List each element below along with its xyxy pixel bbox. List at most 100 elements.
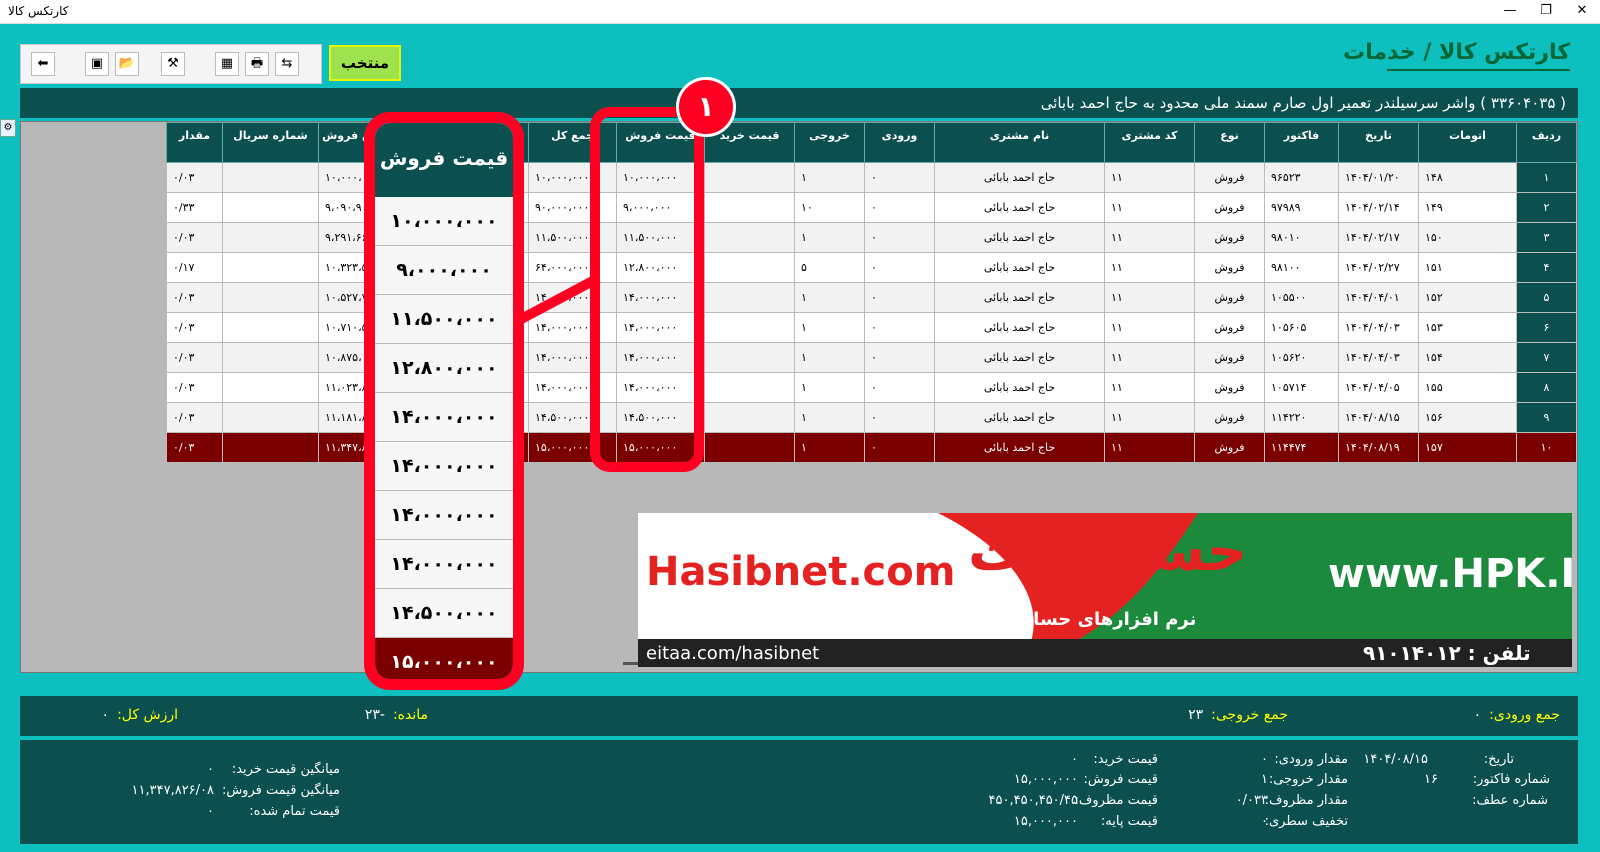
- worker-icon[interactable]: ⚒: [161, 52, 185, 76]
- table-cell: ۱۱: [1104, 342, 1195, 373]
- column-header[interactable]: نوع: [1194, 122, 1265, 163]
- column-header[interactable]: ورودی: [864, 122, 935, 163]
- maximize-icon[interactable]: ❐: [1528, 0, 1564, 24]
- table-cell: حاج احمد بابائی: [934, 312, 1105, 343]
- column-header[interactable]: ردیف: [1516, 122, 1577, 163]
- table-cell: حاج احمد بابائی: [934, 192, 1105, 223]
- info-avg-buy-label: میانگین قیمت خرید:: [231, 762, 340, 777]
- table-cell: ۶: [1516, 312, 1577, 343]
- table-cell: ۰: [864, 312, 935, 343]
- info-line-disc-label: تخفیف سطری:: [1264, 814, 1348, 829]
- info-invoice-label: شماره فاکتور:: [1472, 772, 1550, 787]
- table-cell: [704, 402, 795, 433]
- info-in-qty-label: مقدار ورودی:: [1274, 752, 1348, 767]
- info-invoice-value: ۱۶: [1424, 772, 1438, 787]
- table-cell: ۳: [1516, 222, 1577, 253]
- table-cell: ۱۴۰۴/۰۸/۱۹: [1338, 432, 1419, 463]
- table-cell: فروش: [1194, 192, 1265, 223]
- excel-icon[interactable]: ▦: [215, 52, 239, 76]
- window-title-bar: کارتکس کالا — ❐ ✕: [0, 0, 1600, 24]
- table-cell: ۰: [864, 402, 935, 433]
- info-out-qty-label: مقدار خروجی:: [1268, 772, 1348, 787]
- table-cell: ۱۴۰۴/۰۴/۰۳: [1338, 342, 1419, 373]
- info-base-label: قیمت پایه:: [1100, 814, 1158, 829]
- table-cell: فروش: [1194, 402, 1265, 433]
- info-date-label: تاریخ:: [1483, 752, 1514, 767]
- info-ref-label: شماره عطف:: [1472, 793, 1548, 808]
- table-cell: [222, 402, 319, 433]
- printer-icon[interactable]: 🖶: [245, 52, 269, 76]
- table-cell: ۱: [794, 432, 865, 463]
- highlight-box: [590, 107, 704, 472]
- export-icon[interactable]: ⇆: [275, 52, 299, 76]
- table-cell: ۷: [1516, 342, 1577, 373]
- select-button[interactable]: منتخب: [329, 45, 401, 81]
- table-cell: ۰/۳۳: [166, 192, 223, 223]
- table-cell: ۱۰۵۶۲۰: [1264, 342, 1339, 373]
- zoom-price-cell: ۱۵،۰۰۰،۰۰۰: [375, 638, 513, 679]
- table-cell: [704, 192, 795, 223]
- zoom-price-cell: ۱۲،۸۰۰،۰۰۰: [375, 344, 513, 393]
- table-cell: ۰/۰۳: [166, 432, 223, 463]
- table-cell: ۰/۰۳: [166, 282, 223, 313]
- banner-brand: حسیب نت: [968, 519, 1248, 584]
- column-header[interactable]: کد مشتری: [1104, 122, 1195, 163]
- table-cell: ۱۵۴: [1418, 342, 1517, 373]
- table-cell: حاج احمد بابائی: [934, 162, 1105, 193]
- close-icon[interactable]: ✕: [1564, 0, 1600, 24]
- table-cell: [704, 312, 795, 343]
- zoom-price-cell: ۹،۰۰۰،۰۰۰: [375, 246, 513, 295]
- table-cell: ۱۰۵۶۰۵: [1264, 312, 1339, 343]
- table-cell: ۰: [864, 372, 935, 403]
- zoom-price-cell: ۱۴،۰۰۰،۰۰۰: [375, 442, 513, 491]
- table-cell: [222, 372, 319, 403]
- zoom-price-cell: ۱۴،۰۰۰،۰۰۰: [375, 540, 513, 589]
- table-cell: حاج احمد بابائی: [934, 342, 1105, 373]
- table-cell: ۱۰۵۵۰۰: [1264, 282, 1339, 313]
- column-header[interactable]: تاریخ: [1338, 122, 1419, 163]
- table-cell: ۱۴۸: [1418, 162, 1517, 193]
- table-cell: ۵: [1516, 282, 1577, 313]
- folder-icon[interactable]: 📂: [115, 52, 139, 76]
- table-cell: ۱۱: [1104, 192, 1195, 223]
- table-cell: ۰/۰۳: [166, 222, 223, 253]
- table-cell: ۱۱۴۴۷۴: [1264, 432, 1339, 463]
- table-cell: ۱۴۰۴/۰۲/۱۴: [1338, 192, 1419, 223]
- table-cell: [222, 342, 319, 373]
- table-cell: ۱۵۱: [1418, 252, 1517, 283]
- info-sell-value: ۱۵,۰۰۰,۰۰۰: [1013, 772, 1078, 787]
- column-header[interactable]: نام مشتری: [934, 122, 1105, 163]
- info-cost-label: قیمت تمام شده:: [249, 804, 340, 819]
- table-cell: ۱۱: [1104, 282, 1195, 313]
- table-cell: ۱: [794, 312, 865, 343]
- table-cell: [704, 162, 795, 193]
- back-arrow-icon[interactable]: ⬅: [31, 52, 55, 76]
- table-cell: ۹: [1516, 402, 1577, 433]
- table-cell: [222, 312, 319, 343]
- column-header[interactable]: مقدار: [166, 122, 223, 163]
- column-header[interactable]: خروجی: [794, 122, 865, 163]
- table-cell: ۱۴۰۴/۰۴/۰۱: [1338, 282, 1419, 313]
- totals-bar: جمع ورودی:۰ جمع خروجی:۲۳ مانده:-۲۳ ارزش …: [20, 696, 1578, 736]
- table-cell: فروش: [1194, 432, 1265, 463]
- table-cell: حاج احمد بابائی: [934, 402, 1105, 433]
- zoom-callout: قیمت فروش ۱۰،۰۰۰،۰۰۰ ۹،۰۰۰،۰۰۰ ۱۱،۵۰۰،۰۰۰ ۱…: [364, 112, 524, 690]
- table-cell: ۱: [1516, 162, 1577, 193]
- table-cell: حاج احمد بابائی: [934, 282, 1105, 313]
- minimize-icon[interactable]: —: [1492, 0, 1528, 24]
- column-header[interactable]: اتومات: [1418, 122, 1517, 163]
- zoom-price-cell: ۱۰،۰۰۰،۰۰۰: [375, 197, 513, 246]
- table-cell: ۱۵۷: [1418, 432, 1517, 463]
- table-cell: ۰: [864, 192, 935, 223]
- table-cell: [704, 222, 795, 253]
- info-panel: تاریخ: ۱۴۰۴/۰۸/۱۵ شماره فاکتور: ۱۶ شماره…: [20, 740, 1578, 844]
- table-cell: ۱۱: [1104, 402, 1195, 433]
- table-cell: ۱۴۰۴/۰۸/۱۵: [1338, 402, 1419, 433]
- table-cell: ۱۴۰۴/۰۲/۱۷: [1338, 222, 1419, 253]
- column-header[interactable]: شماره سریال: [222, 122, 319, 163]
- side-settings-icon[interactable]: ⚙: [0, 119, 16, 137]
- image-icon[interactable]: ▣: [85, 52, 109, 76]
- table-cell: ۰: [864, 252, 935, 283]
- column-header[interactable]: فاکتور: [1264, 122, 1339, 163]
- table-cell: ۱۵۵: [1418, 372, 1517, 403]
